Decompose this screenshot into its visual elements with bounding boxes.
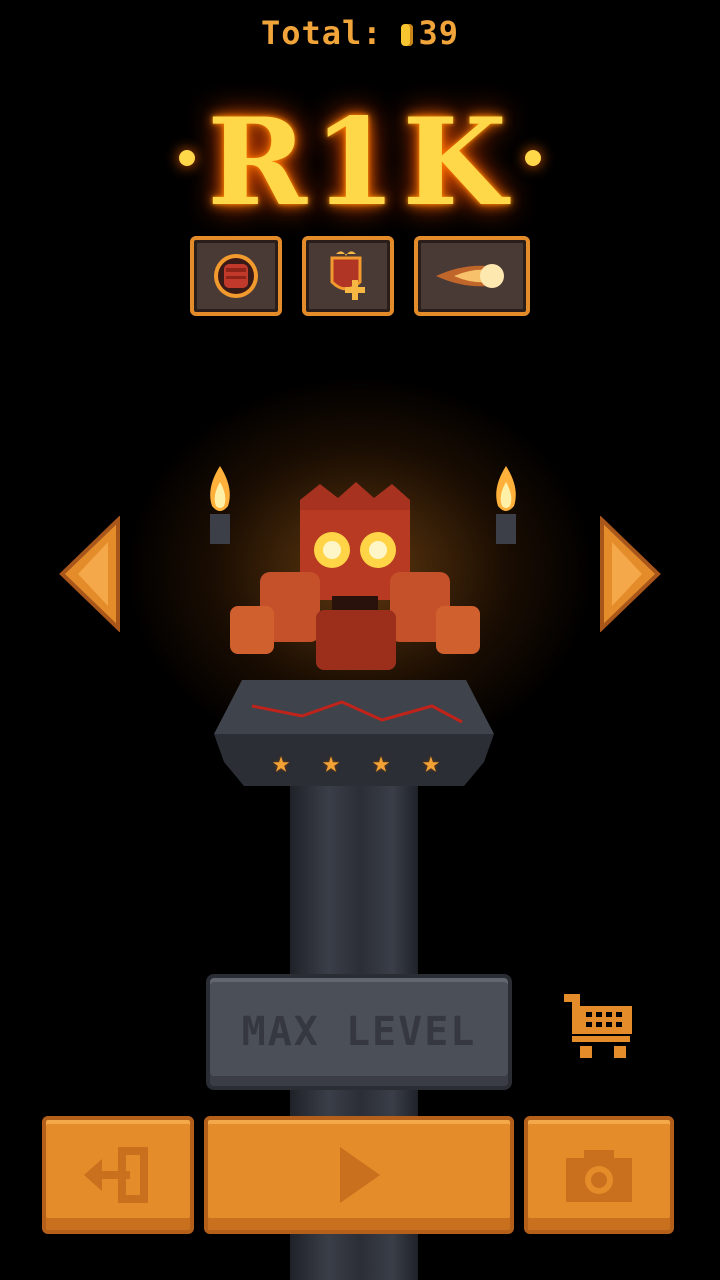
star-icon: ★ <box>421 745 440 780</box>
total-label: Total: <box>260 14 383 52</box>
star-icon: ★ <box>371 745 390 780</box>
character-title: R1K <box>0 92 720 233</box>
arrow-left-icon[interactable] <box>58 516 122 632</box>
shield-plus-icon <box>330 251 365 300</box>
exit-button[interactable] <box>42 1116 194 1234</box>
fireball-icon <box>436 264 504 288</box>
star-icon: ★ <box>272 745 291 780</box>
total-coins-display: Total: 39 <box>0 14 720 52</box>
skill-shield-plus[interactable] <box>302 236 394 316</box>
character-name: R1K <box>207 92 513 233</box>
skill-row <box>0 236 720 316</box>
torch-right-icon <box>496 466 516 544</box>
star-icon: ★ <box>321 745 341 780</box>
skill-fist[interactable] <box>190 236 282 316</box>
camera-icon <box>566 1150 632 1202</box>
coin-count: 39 <box>418 14 460 52</box>
fist-icon <box>214 254 258 298</box>
camera-button[interactable] <box>524 1116 674 1234</box>
cart-icon[interactable] <box>562 992 636 1062</box>
title-dot-left <box>179 150 196 166</box>
play-button[interactable] <box>204 1116 514 1234</box>
arrow-right-icon[interactable] <box>598 516 662 632</box>
max-level-label: MAX LEVEL <box>241 1009 477 1055</box>
coin-icon <box>400 24 413 46</box>
exit-icon <box>84 1147 148 1203</box>
max-level-button[interactable]: MAX LEVEL <box>206 974 512 1090</box>
skill-fireball[interactable] <box>414 236 530 316</box>
play-icon <box>340 1147 380 1203</box>
level-stars: ★ ★ ★ ★ <box>272 748 440 778</box>
title-dot-right <box>524 150 541 166</box>
